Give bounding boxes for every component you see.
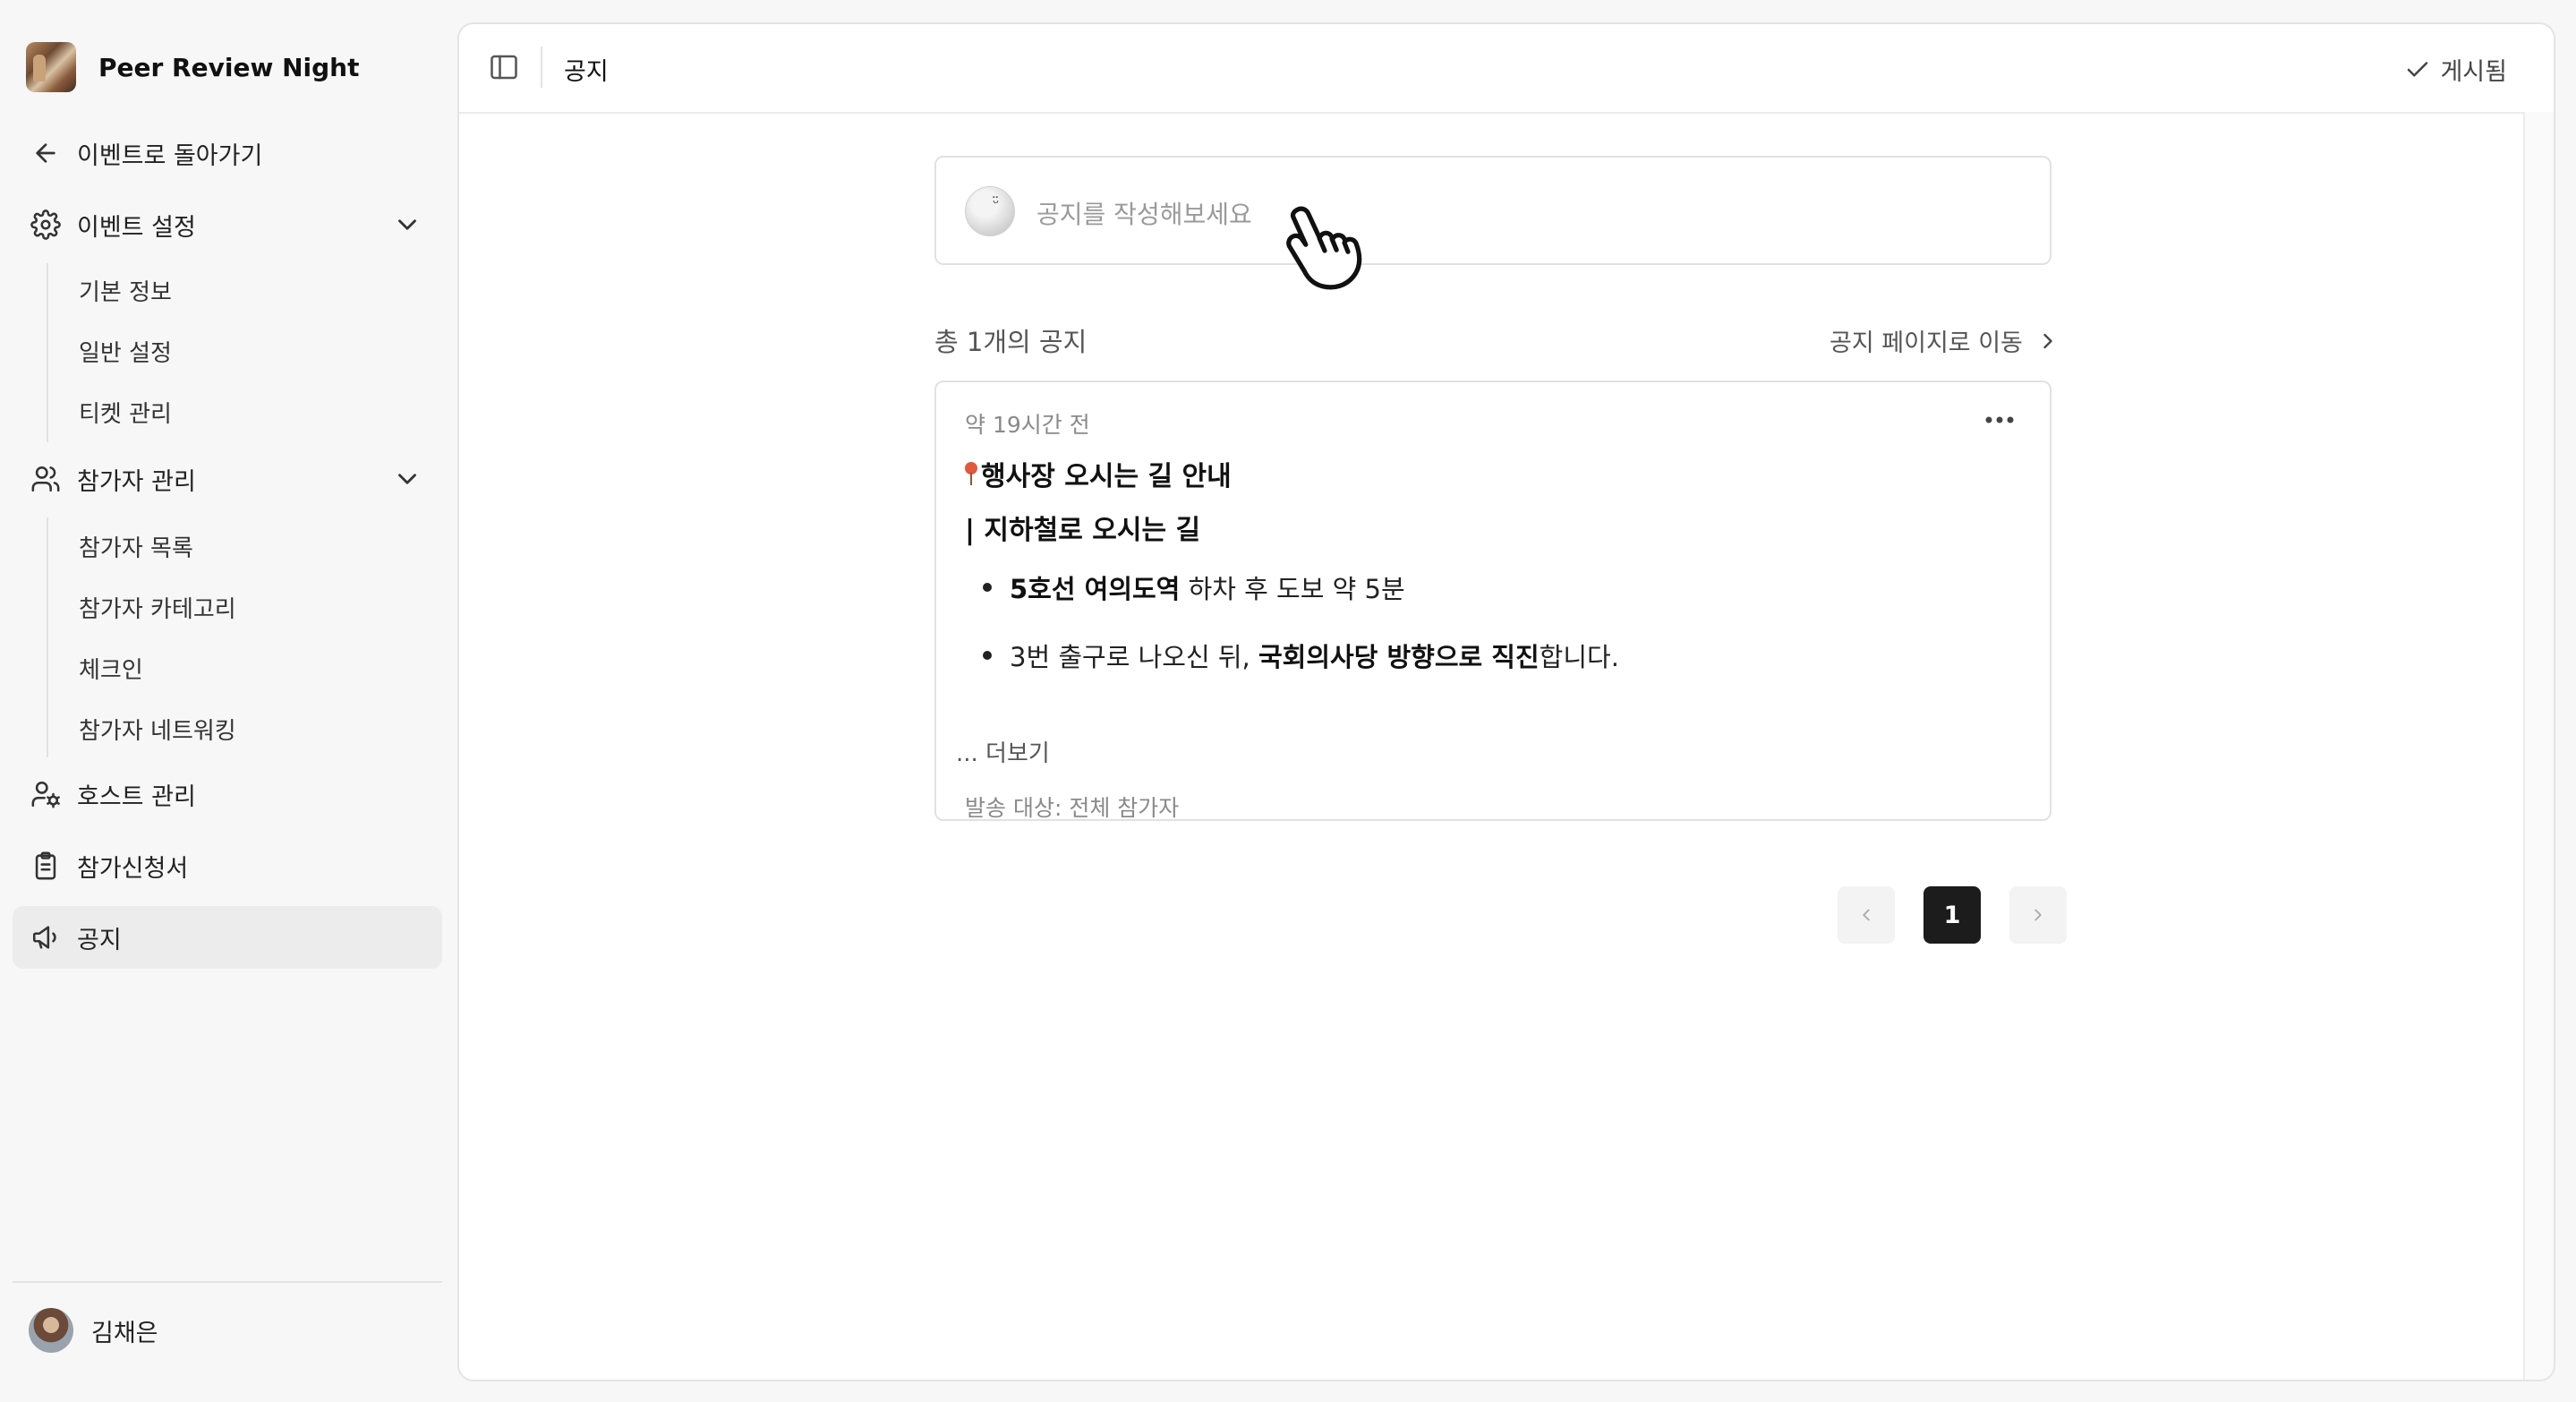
list-item: 3번 출구로 나오신 뒤, 국회의사당 방향으로 직진 합니다.: [983, 637, 1619, 674]
event-title: Peer Review Night: [98, 52, 360, 82]
bullet2-bold: 국회의사당 방향으로 직진: [1258, 642, 1540, 672]
back-to-event-link[interactable]: 이벤트로 돌아가기: [13, 122, 442, 184]
megaphone-icon: [29, 920, 63, 954]
pin-icon: [965, 460, 977, 487]
more-options-icon[interactable]: [1982, 411, 2017, 429]
next-page-button[interactable]: [2009, 886, 2067, 944]
sidebar-item-ticket-management[interactable]: 티켓 관리: [79, 396, 172, 429]
notice-heading: 행사장 오시는 길 안내: [965, 454, 1232, 493]
sidebar-item-participant-categories[interactable]: 참가자 카테고리: [79, 591, 236, 624]
user-cog-icon: [29, 777, 63, 811]
sidebar-item-checkin[interactable]: 체크인: [79, 652, 143, 685]
sidebar: Peer Review Night 이벤트로 돌아가기 이벤트 설정 기본 정보…: [0, 0, 455, 1402]
read-more-link[interactable]: ... 더보기: [956, 735, 1050, 768]
scrollbar[interactable]: [2523, 112, 2554, 1380]
arrow-left-icon: [29, 136, 63, 170]
pagination: 1: [1838, 886, 2095, 944]
sidebar-divider: [13, 1281, 442, 1283]
sidebar-item-participant-list[interactable]: 참가자 목록: [79, 530, 193, 563]
notice-time: 약 19시간 전: [965, 412, 1090, 438]
page-button-current[interactable]: 1: [1923, 886, 1981, 944]
goto-notice-page-link[interactable]: 공지 페이지로 이동: [1830, 323, 2060, 358]
notice-count: 총 1개의 공지: [934, 327, 1088, 357]
notice-label: 공지: [77, 926, 122, 954]
bullet-dot: [983, 583, 992, 592]
host-management-label: 호스트 관리: [77, 782, 196, 811]
main-panel: 공지 게시됨 공지를 작성해보세요 총 1개의 공지 공지 페이지로 이동 약 …: [457, 22, 2555, 1381]
composer-placeholder: 공지를 작성해보세요: [1036, 200, 1252, 229]
notice-subheading: | 지하철로 오시는 길: [965, 515, 1201, 546]
chevron-right-icon: [2034, 909, 2042, 921]
sidebar-toggle-icon[interactable]: [488, 51, 520, 83]
gear-icon: [29, 208, 63, 242]
bullet1-text: 하차 후 도보 약 5분: [1180, 574, 1405, 604]
sidebar-item-basic-info[interactable]: 기본 정보: [79, 274, 172, 307]
sidebar-item-networking[interactable]: 참가자 네트워킹: [79, 713, 236, 746]
notice-card[interactable]: 약 19시간 전 행사장 오시는 길 안내 | 지하철로 오시는 길 5호선 여…: [934, 380, 2051, 821]
sidebar-item-notice[interactable]: 공지: [13, 906, 442, 969]
chevron-right-icon: [2043, 333, 2052, 348]
event-header[interactable]: Peer Review Night: [26, 42, 359, 92]
back-to-event-label: 이벤트로 돌아가기: [77, 141, 263, 170]
sidebar-item-participants[interactable]: 참가자 관리: [13, 448, 442, 510]
published-status: 게시됨: [2404, 52, 2507, 87]
event-thumbnail: [26, 42, 76, 92]
prev-page-button[interactable]: [1838, 886, 1895, 944]
chevron-down-icon[interactable]: [392, 209, 422, 240]
list-item: 5호선 여의도역 하차 후 도보 약 5분: [983, 568, 1405, 606]
topbar: 공지 게시됨: [459, 24, 2554, 114]
goto-notice-page-label: 공지 페이지로 이동: [1830, 329, 2023, 357]
bullet-dot: [983, 651, 992, 660]
page-title: 공지: [564, 58, 609, 86]
sidebar-item-event-settings[interactable]: 이벤트 설정: [13, 193, 442, 256]
sidebar-item-application-form[interactable]: 참가신청서: [13, 834, 442, 897]
bullet2-text-pre: 3번 출구로 나오신 뒤,: [1010, 642, 1258, 672]
check-icon: [2408, 61, 2428, 76]
sidebar-item-general-settings[interactable]: 일반 설정: [79, 335, 172, 368]
published-label: 게시됨: [2440, 58, 2507, 86]
event-settings-label: 이벤트 설정: [77, 213, 196, 242]
hand-cursor-icon: [1273, 199, 1380, 306]
event-settings-submenu: 기본 정보 일반 설정 티켓 관리: [47, 263, 172, 442]
chevron-left-icon: [1863, 909, 1870, 921]
notice-heading-text: 행사장 오시는 길 안내: [981, 461, 1232, 492]
application-form-label: 참가신청서: [77, 854, 189, 883]
clipboard-icon: [29, 849, 63, 883]
user-name: 김채은: [91, 1319, 158, 1347]
participants-label: 참가자 관리: [77, 467, 196, 496]
user-menu[interactable]: 김채은: [29, 1308, 158, 1353]
sidebar-item-host-management[interactable]: 호스트 관리: [13, 763, 442, 825]
composer-avatar: [965, 186, 1015, 236]
participants-submenu: 참가자 목록 참가자 카테고리 체크인 참가자 네트워킹: [47, 517, 236, 757]
users-icon: [29, 462, 63, 496]
notice-audience: 발송 대상: 전체 참가자: [965, 795, 1180, 821]
avatar: [29, 1308, 73, 1353]
chevron-down-icon[interactable]: [392, 464, 422, 494]
notice-composer[interactable]: 공지를 작성해보세요: [934, 156, 2051, 265]
topbar-divider: [541, 47, 542, 88]
bullet2-text-post: 합니다.: [1539, 642, 1619, 672]
bullet1-bold: 5호선 여의도역: [1010, 574, 1181, 604]
